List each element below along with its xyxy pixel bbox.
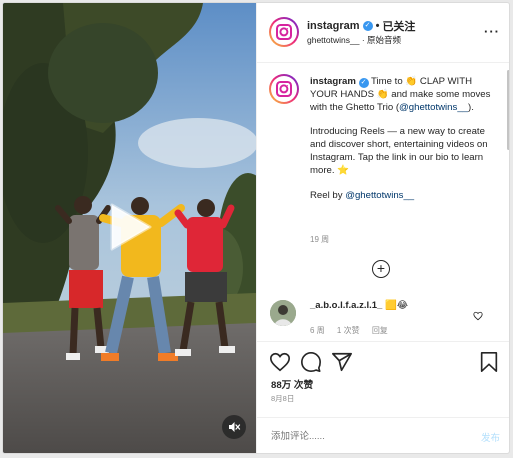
comment-icon[interactable] — [300, 351, 322, 378]
heart-icon[interactable] — [269, 351, 291, 378]
caption: instagram ✓ Time to 👏 CLAP WITH YOUR HAN… — [310, 76, 500, 202]
audio-separator: · — [361, 35, 365, 45]
comment-username[interactable]: _a.b.o.l.f.a.z.l.1_ — [310, 300, 382, 311]
separator: • — [375, 20, 380, 32]
plus-circle-icon[interactable]: + — [372, 260, 390, 278]
comment-body: _a.b.o.l.f.a.z.l.1_ 🟨😂 — [310, 300, 408, 311]
reel-author-link[interactable]: @ghettotwins__ — [345, 190, 414, 201]
bookmark-icon[interactable] — [478, 351, 500, 378]
follow-button[interactable]: 已关注 — [382, 18, 415, 34]
reel-credit: Reel by @ghettotwins__ — [310, 190, 500, 203]
reel-by-label: Reel by — [310, 189, 346, 201]
comments-section[interactable]: instagram ✓ Time to 👏 CLAP WITH YOUR HAN… — [257, 64, 509, 341]
reply-button[interactable]: 回复 — [372, 326, 388, 335]
caption-part2: ). — [468, 101, 474, 113]
instagram-logo-icon — [276, 24, 292, 40]
verified-badge-icon: ✓ — [358, 78, 369, 88]
username-link[interactable]: instagram — [307, 20, 360, 32]
comment-text: 🟨😂 — [384, 300, 408, 311]
post-header: instagram ✓ • 已关注 ghettotwins__ · 原始音频 ·… — [257, 3, 509, 63]
reel-video[interactable] — [3, 3, 256, 453]
volume-mute-icon[interactable] — [222, 415, 246, 439]
comment-avatar[interactable] — [270, 300, 296, 326]
caption-username[interactable]: instagram — [310, 76, 356, 87]
comment-meta: 6 周 1 次赞 回复 — [310, 325, 398, 336]
comment-likes[interactable]: 1 次赞 — [337, 326, 360, 335]
comment-time: 6 周 — [310, 326, 325, 335]
post-date: 8月8日 — [271, 394, 295, 403]
scrollbar[interactable] — [507, 70, 509, 150]
post-comment-button[interactable]: 发布 — [481, 430, 500, 444]
action-bar: 88万 次赞 8月8日 — [257, 341, 509, 421]
caption-avatar[interactable] — [269, 74, 299, 104]
mention-link[interactable]: @ghettotwins__ — [399, 102, 468, 113]
likes-count[interactable]: 88万 次赞 — [271, 377, 313, 391]
caption-paragraph: Introducing Reels — a new way to create … — [310, 126, 488, 176]
share-icon[interactable] — [331, 351, 353, 378]
header-title-row: instagram ✓ • 已关注 — [307, 18, 415, 34]
instagram-logo-icon — [276, 81, 292, 97]
audio-link[interactable]: 原始音频 — [367, 35, 401, 45]
more-options-icon[interactable]: ··· — [484, 25, 500, 38]
add-comment-bar: 发布 — [257, 417, 509, 453]
verified-badge-icon: ✓ — [362, 21, 373, 31]
post-dialog: instagram ✓ • 已关注 ghettotwins__ · 原始音频 ·… — [2, 2, 510, 454]
audio-user-link[interactable]: ghettotwins__ — [307, 35, 359, 45]
comment-heart-icon[interactable] — [473, 308, 483, 326]
comment-input[interactable] — [271, 427, 461, 445]
avatar[interactable] — [269, 17, 299, 47]
caption-timestamp: 19 周 — [310, 235, 330, 244]
audio-row: ghettotwins__ · 原始音频 — [307, 34, 401, 46]
post-side-panel: instagram ✓ • 已关注 ghettotwins__ · 原始音频 ·… — [256, 3, 509, 453]
play-icon[interactable] — [106, 201, 154, 253]
